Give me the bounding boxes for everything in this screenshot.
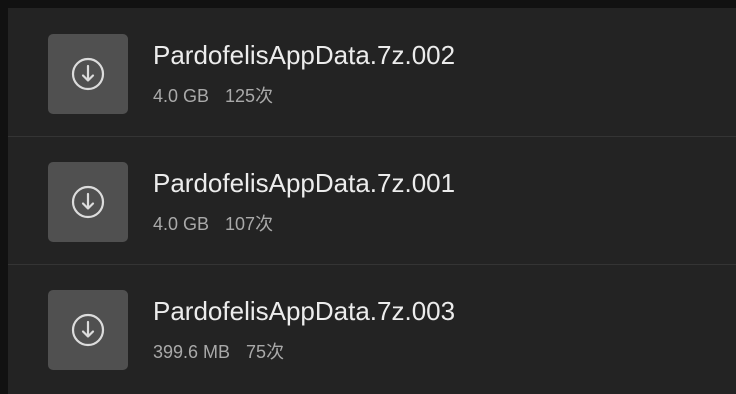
download-count: 75次: [246, 342, 285, 362]
file-name[interactable]: PardofelisAppData.7z.001: [153, 167, 455, 199]
file-list-item[interactable]: PardofelisAppData.7z.001 4.0 GB 107次: [8, 136, 736, 264]
file-meta: 4.0 GB 107次: [153, 213, 273, 235]
download-button[interactable]: [48, 290, 128, 370]
file-meta: 4.0 GB 125次: [153, 85, 273, 107]
file-size: 399.6 MB: [153, 342, 231, 362]
file-name[interactable]: PardofelisAppData.7z.002: [153, 39, 455, 71]
file-size: 4.0 GB: [153, 214, 210, 234]
file-size: 4.0 GB: [153, 86, 210, 106]
window-frame: PardofelisAppData.7z.002 4.0 GB 125次 Pard…: [0, 0, 736, 394]
file-name[interactable]: PardofelisAppData.7z.003: [153, 295, 455, 327]
download-count: 107次: [225, 214, 274, 234]
file-meta: 399.6 MB 75次: [153, 341, 284, 363]
download-button[interactable]: [48, 34, 128, 114]
download-button[interactable]: [48, 162, 128, 242]
download-icon: [71, 185, 105, 219]
download-file-list: PardofelisAppData.7z.002 4.0 GB 125次 Pard…: [8, 8, 736, 394]
file-list-item[interactable]: PardofelisAppData.7z.002 4.0 GB 125次: [8, 8, 736, 136]
download-count: 125次: [225, 86, 274, 106]
file-list-item[interactable]: PardofelisAppData.7z.003 399.6 MB 75次: [8, 264, 736, 392]
download-icon: [71, 57, 105, 91]
download-icon: [71, 313, 105, 347]
